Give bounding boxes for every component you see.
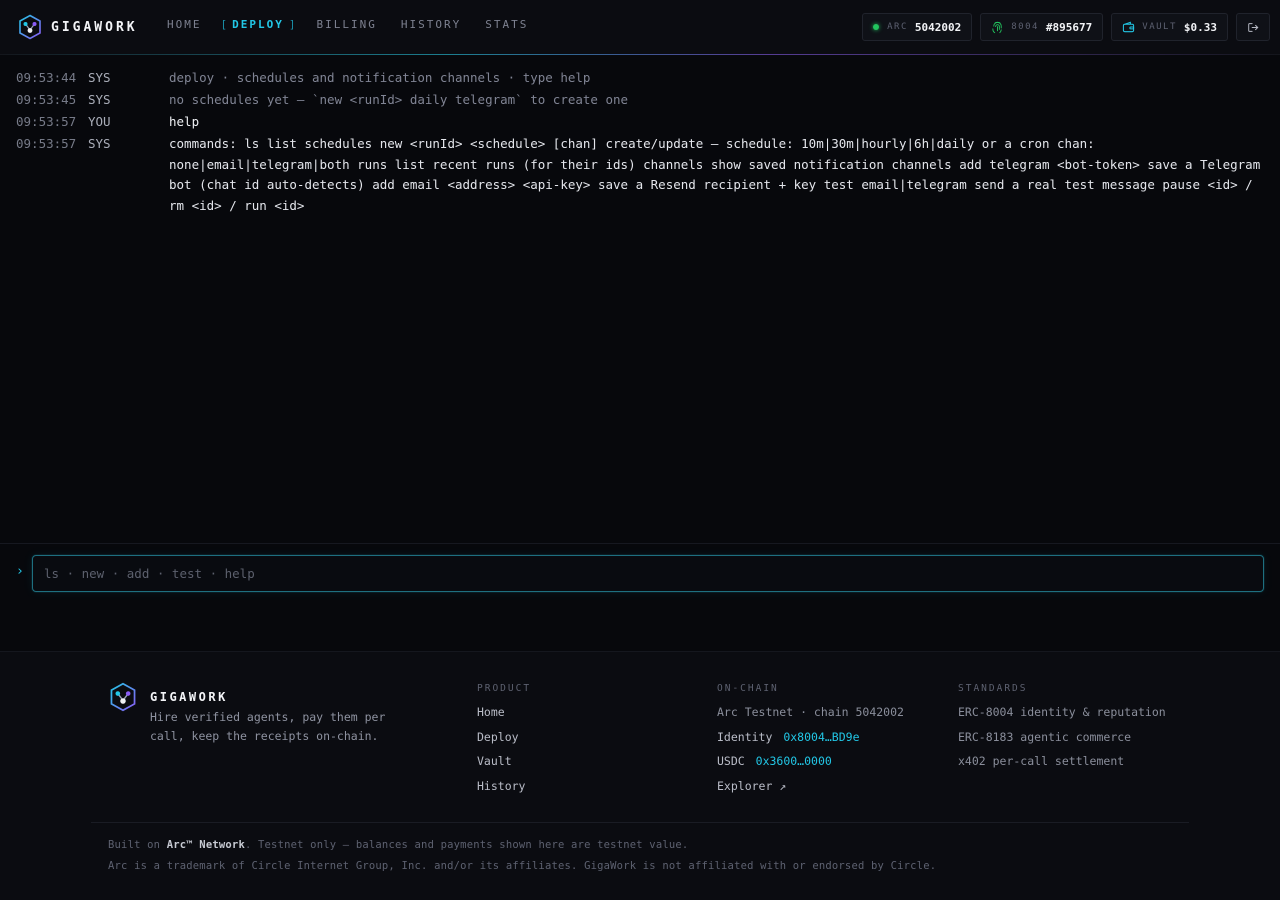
nav-history[interactable]: HISTORY	[401, 18, 461, 31]
nav-deploy-label: DEPLOY	[232, 18, 284, 31]
vault-chip[interactable]: VAULT $0.33	[1111, 13, 1228, 41]
prompt-caret-icon: ›	[16, 564, 24, 579]
nav-stats-label: STATS	[485, 18, 529, 31]
standard-item: x402 per-call settlement	[958, 754, 1125, 768]
command-input[interactable]	[32, 555, 1264, 592]
log-row: 09:53:45 SYS no schedules yet — `new <ru…	[16, 90, 1266, 111]
footer-brand-name: GIGAWORK	[150, 690, 228, 704]
log-timestamp: 09:53:57	[16, 136, 77, 151]
brand-logo[interactable]: GIGAWORK	[18, 14, 138, 40]
log-message: no schedules yet — `new <runId> daily te…	[169, 92, 629, 107]
log-timestamp: 09:53:45	[16, 92, 77, 107]
identity-chip-value: #895677	[1045, 20, 1093, 34]
nav-history-label: HISTORY	[400, 18, 462, 31]
note-prefix: Built on	[108, 839, 167, 851]
identity-chip-key: 8004	[1011, 22, 1039, 32]
footer-identity-row: Identity 0x8004…BD9e	[717, 730, 904, 744]
arc-chip-value: 5042002	[914, 20, 962, 34]
footer-link-deploy[interactable]: Deploy	[477, 730, 531, 744]
nav-stats[interactable]: STATS	[485, 18, 528, 31]
console-log: 09:53:44 SYS deploy · schedules and noti…	[16, 68, 1266, 218]
nav-billing[interactable]: BILLING	[317, 18, 377, 31]
usdc-address-link[interactable]: 0x3600…0000	[756, 754, 832, 768]
footer-link-history[interactable]: History	[477, 779, 531, 793]
nav-billing-label: BILLING	[316, 18, 377, 31]
identity-label: Identity	[717, 729, 773, 744]
log-source: SYS	[88, 92, 111, 107]
log-source: YOU	[88, 114, 111, 129]
bracket-left: [	[220, 18, 228, 31]
bracket-right: ]	[288, 18, 296, 31]
identity-chip[interactable]: 8004 #895677	[980, 13, 1104, 41]
arc-network-name: Arc™ Network	[166, 839, 245, 851]
footer-brand: GIGAWORK Hire verified agents, pay them …	[109, 682, 410, 746]
wallet-icon	[1123, 21, 1135, 32]
main-nav: HOME [ DEPLOY] BILLING HISTORY STATS	[160, 18, 552, 31]
log-row: 09:53:57 SYS commands: ls list schedules…	[16, 134, 1266, 216]
footer-trademark-note: Arc is a trademark of Circle Internet Gr…	[108, 860, 937, 872]
logout-button[interactable]	[1236, 13, 1270, 41]
standard-item: ERC-8183 agentic commerce	[958, 729, 1132, 744]
log-message: help	[169, 114, 200, 129]
footer-standards-column: STANDARDS ERC-8004 identity & reputation…	[958, 683, 1166, 779]
status-chips: ARC 5042002 8004 #895677 VAULT $0.33	[854, 13, 1270, 41]
footer: GIGAWORK Hire verified agents, pay them …	[0, 651, 1280, 900]
log-source: SYS	[88, 136, 111, 151]
footer-product-column: PRODUCT Home Deploy Vault History	[477, 683, 531, 803]
footer-onchain-column: ON-CHAIN Arc Testnet · chain 5042002 Ide…	[717, 683, 904, 803]
vault-chip-key: VAULT	[1142, 22, 1177, 32]
top-bar: GIGAWORK HOME [ DEPLOY] BILLING HISTORY S…	[0, 0, 1280, 55]
log-message: deploy · schedules and notification chan…	[169, 70, 591, 85]
footer-divider	[91, 822, 1189, 823]
nav-home-label: HOME	[167, 18, 202, 31]
footer-network: Arc Testnet · chain 5042002	[717, 705, 904, 719]
note-suffix: . Testnet only — balances and payments s…	[244, 839, 689, 851]
hexagon-logo-icon	[19, 14, 41, 40]
log-row: 09:53:57 YOU help	[16, 112, 1266, 133]
nav-home[interactable]: HOME	[167, 18, 202, 31]
vault-chip-value: $0.33	[1183, 20, 1217, 34]
log-row: 09:53:44 SYS deploy · schedules and noti…	[16, 68, 1266, 89]
arc-network-chip[interactable]: ARC 5042002	[862, 13, 973, 41]
log-message: commands: ls list schedules new <runId> …	[169, 136, 1268, 213]
usdc-label: USDC	[717, 754, 745, 768]
log-timestamp: 09:53:57	[16, 114, 77, 129]
brand-name: GIGAWORK	[51, 19, 138, 35]
footer-testnet-note: Built on Arc™ Network. Testnet only — ba…	[108, 839, 688, 851]
command-prompt: ›	[0, 543, 1280, 651]
footer-link-vault[interactable]: Vault	[477, 754, 531, 768]
fingerprint-icon	[992, 21, 1002, 33]
arc-chip-key: ARC	[887, 22, 908, 32]
footer-onchain-title: ON-CHAIN	[717, 683, 779, 694]
footer-link-home[interactable]: Home	[477, 705, 531, 719]
standard-item: ERC-8004 identity & reputation	[958, 705, 1166, 719]
logout-icon	[1248, 22, 1259, 32]
footer-usdc-row: USDC 0x3600…0000	[717, 754, 904, 768]
hexagon-logo-icon	[110, 682, 136, 712]
log-timestamp: 09:53:44	[16, 70, 77, 85]
footer-explorer-link[interactable]: Explorer ↗	[717, 779, 904, 793]
footer-tagline: Hire verified agents, pay them per call,…	[150, 710, 386, 743]
nav-deploy[interactable]: [ DEPLOY]	[216, 18, 301, 31]
footer-standards-title: STANDARDS	[958, 683, 1028, 694]
status-dot-icon	[873, 24, 880, 30]
identity-address-link[interactable]: 0x8004…BD9e	[783, 730, 859, 744]
log-source: SYS	[88, 70, 111, 85]
footer-product-title: PRODUCT	[477, 683, 532, 694]
